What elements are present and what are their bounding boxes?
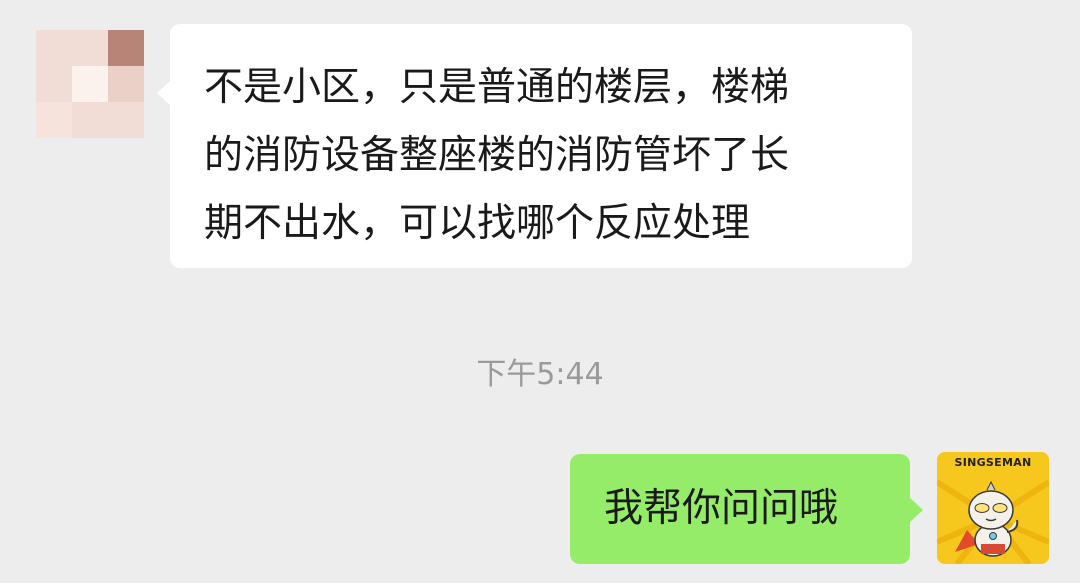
avatar-mosaic-block — [72, 66, 108, 102]
outgoing-message-bubble[interactable]: 我帮你问问哦 — [570, 454, 923, 564]
message-text: 我帮你问问哦 — [604, 486, 839, 531]
message-line: 期不出水，可以找哪个反应处理 — [204, 201, 751, 246]
own-avatar[interactable]: SINGSEMAN — [937, 452, 1049, 564]
incoming-message-bubble[interactable]: 不是小区，只是普通的楼层，楼梯 的消防设备整座楼的消防管坏了长 期不出水，可以找… — [157, 24, 912, 268]
message-timestamp: 下午5:44 — [476, 357, 604, 392]
message-line: 的消防设备整座楼的消防管坏了长 — [204, 133, 790, 178]
avatar-mosaic-block — [108, 30, 144, 66]
avatar-mosaic-block — [108, 66, 144, 102]
avatar-label: SINGSEMAN — [954, 456, 1032, 469]
sender-avatar[interactable] — [36, 30, 144, 138]
message-line: 不是小区，只是普通的楼层，楼梯 — [204, 65, 790, 110]
avatar-mosaic-block — [36, 102, 72, 138]
